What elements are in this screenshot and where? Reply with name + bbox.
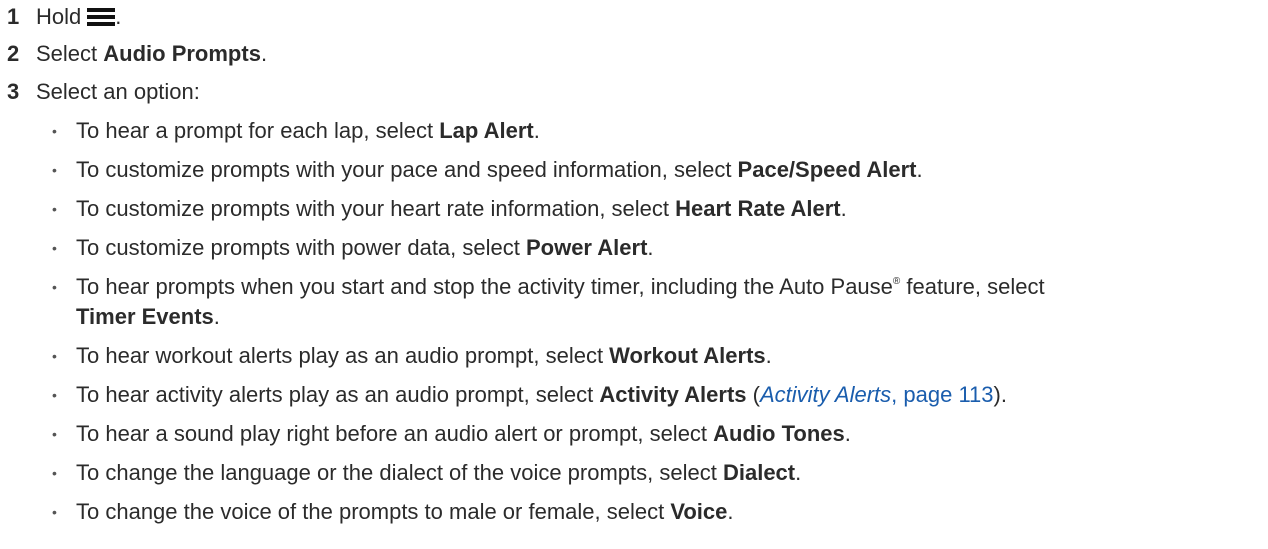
list-item: • To hear activity alerts play as an aud… xyxy=(48,380,1248,410)
step-text: Hold. xyxy=(36,2,121,32)
option-text-post: . xyxy=(844,421,851,446)
option-text-post: . xyxy=(840,196,847,221)
option-text-pre: To customize prompts with power data, se… xyxy=(76,235,526,260)
list-item: • To change the language or the dialect … xyxy=(48,458,1248,488)
document-page: 1 Hold. 2 Select Audio Prompts. 3 Select… xyxy=(0,0,1268,549)
option-text: To change the voice of the prompts to ma… xyxy=(76,497,1248,527)
ui-term: Heart Rate Alert xyxy=(675,196,841,221)
option-text: To hear a sound play right before an aud… xyxy=(76,419,1248,449)
option-text: To hear prompts when you start and stop … xyxy=(76,272,1248,332)
ui-term: Workout Alerts xyxy=(609,343,766,368)
xref-title: Activity Alerts xyxy=(759,382,892,407)
step-1: 1 Hold. xyxy=(0,2,121,32)
bullet: • xyxy=(52,240,57,256)
bullet: • xyxy=(52,162,57,178)
step-number: 2 xyxy=(7,41,20,66)
bullet: • xyxy=(52,426,57,442)
option-text-pre: To customize prompts with your pace and … xyxy=(76,157,738,182)
option-text-post: . xyxy=(647,235,654,260)
list-item: • To change the voice of the prompts to … xyxy=(48,497,1248,527)
option-text-pre: To customize prompts with your heart rat… xyxy=(76,196,676,221)
step-number: 3 xyxy=(7,79,20,104)
option-text-pre: To change the language or the dialect of… xyxy=(76,460,723,485)
bullet: • xyxy=(52,504,57,520)
list-item: • To customize prompts with power data, … xyxy=(48,233,1248,263)
option-text-post: . xyxy=(533,118,540,143)
ui-term: Pace/Speed Alert xyxy=(737,157,917,182)
cross-reference-link[interactable]: Activity Alerts, page 113 xyxy=(760,382,994,407)
ui-term: Audio Tones xyxy=(713,421,845,446)
xref-page: , page 113 xyxy=(891,382,994,407)
option-text-post: . xyxy=(916,157,923,182)
ui-term: Dialect xyxy=(722,460,796,485)
step-text-post: . xyxy=(115,4,122,29)
option-text-post: . xyxy=(727,499,734,524)
option-text-post: ). xyxy=(993,382,1007,407)
step-text: Select an option: xyxy=(36,79,200,104)
menu-icon xyxy=(87,8,116,27)
option-text-paren: ( xyxy=(746,382,760,407)
ui-term: Activity Alerts xyxy=(599,382,747,407)
list-item: • To hear prompts when you start and sto… xyxy=(48,272,1248,332)
step-text-pre: Select xyxy=(36,41,104,66)
option-text-pre: To hear a sound play right before an aud… xyxy=(76,421,714,446)
step-number: 1 xyxy=(7,4,20,29)
option-text: To hear activity alerts play as an audio… xyxy=(76,380,1248,410)
option-text: To hear a prompt for each lap, select La… xyxy=(76,116,1248,146)
option-text-mid: feature, select xyxy=(900,274,1045,299)
option-text-post: . xyxy=(795,460,802,485)
option-text-pre: To hear workout alerts play as an audio … xyxy=(76,343,610,368)
option-text-post: . xyxy=(213,304,220,329)
option-text-pre: To hear a prompt for each lap, select xyxy=(76,118,440,143)
ui-term: Timer Events xyxy=(76,304,214,329)
step-text: Select Audio Prompts. xyxy=(36,39,267,69)
list-item: • To hear workout alerts play as an audi… xyxy=(48,341,1248,371)
bullet: • xyxy=(52,465,57,481)
step-text-post: . xyxy=(260,41,268,66)
option-text: To customize prompts with your heart rat… xyxy=(76,194,1248,224)
option-text-post: . xyxy=(765,343,772,368)
option-text-pre: To hear prompts when you start and stop … xyxy=(76,274,893,299)
ui-term: Audio Prompts xyxy=(103,41,261,66)
list-item: • To hear a sound play right before an a… xyxy=(48,419,1248,449)
bullet: • xyxy=(52,348,57,364)
list-item: • To customize prompts with your pace an… xyxy=(48,155,1248,185)
bullet: • xyxy=(52,279,57,295)
step-text-pre: Hold xyxy=(36,4,82,29)
ui-term: Power Alert xyxy=(525,235,648,260)
ui-term: Voice xyxy=(670,499,728,524)
list-item: • To hear a prompt for each lap, select … xyxy=(48,116,1248,146)
option-text-pre: To hear activity alerts play as an audio… xyxy=(76,382,600,407)
step-2: 2 Select Audio Prompts. xyxy=(0,39,267,69)
step-3: 3 Select an option: xyxy=(0,77,200,107)
option-text: To change the language or the dialect of… xyxy=(76,458,1248,488)
option-text: To customize prompts with your pace and … xyxy=(76,155,1248,185)
bullet: • xyxy=(52,387,57,403)
list-item: • To customize prompts with your heart r… xyxy=(48,194,1248,224)
ui-term: Lap Alert xyxy=(439,118,534,143)
option-text: To hear workout alerts play as an audio … xyxy=(76,341,1248,371)
option-text: To customize prompts with power data, se… xyxy=(76,233,1248,263)
bullet: • xyxy=(52,201,57,217)
option-text-pre: To change the voice of the prompts to ma… xyxy=(76,499,671,524)
bullet: • xyxy=(52,123,57,139)
